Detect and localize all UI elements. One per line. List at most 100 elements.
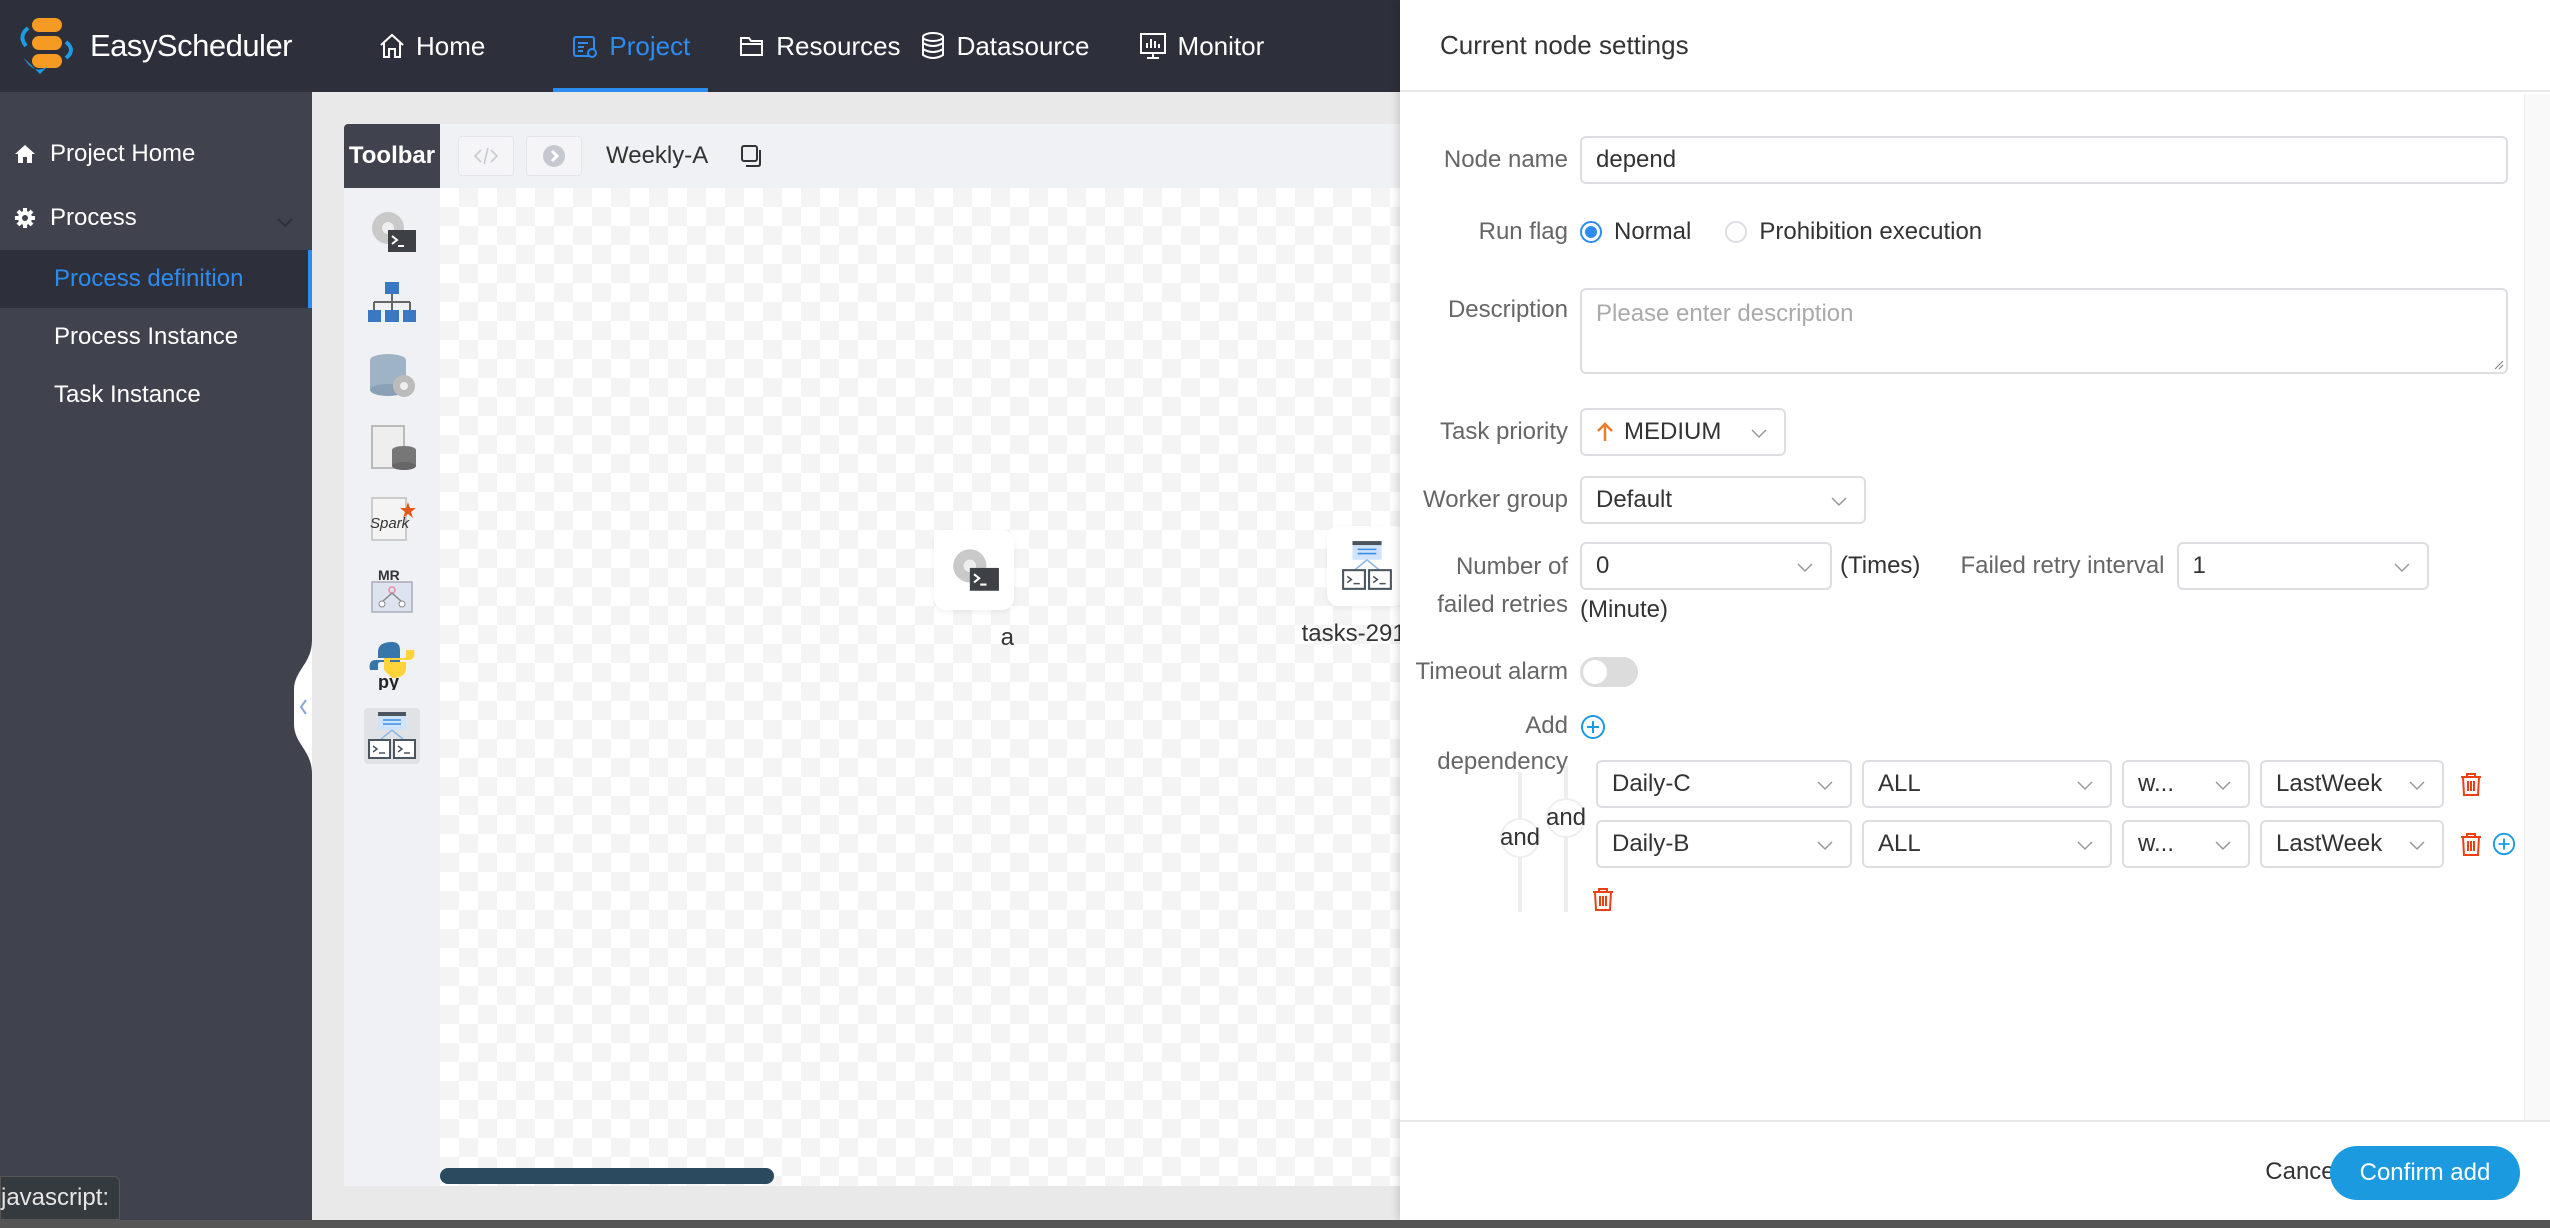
dependency-date-select[interactable]: LastWeek (2260, 820, 2444, 868)
python-icon[interactable]: py (364, 636, 420, 692)
delete-dependency-button[interactable] (2460, 831, 2482, 857)
radio-label: Normal (1614, 218, 1692, 245)
retries-select[interactable]: 0 (1580, 542, 1832, 590)
settings-form: Node name depend Run flag Normal Prohibi… (1400, 94, 2524, 1120)
dependency-cycle-value: w... (2138, 830, 2175, 857)
run-button[interactable] (526, 136, 582, 176)
outer-relation-toggle[interactable]: and (1500, 818, 1540, 858)
copy-icon[interactable] (740, 144, 764, 168)
radio-checked-icon (1580, 221, 1602, 243)
nav-project[interactable]: Project (553, 0, 709, 92)
radio-label: Prohibition execution (1759, 218, 1983, 245)
node-label: tasks-29176 (1301, 620, 1400, 647)
inner-relation-toggle[interactable]: and (1546, 798, 1586, 838)
add-dependency-button[interactable] (1580, 714, 1606, 740)
add-dependency-label: Add dependency (1400, 708, 1580, 780)
sidebar-item-project-home[interactable]: Project Home (0, 122, 312, 186)
node-settings-drawer: Current node settings Node name depend R… (1400, 0, 2550, 1220)
delete-dependency-button[interactable] (2460, 771, 2482, 797)
panel-scrollbar[interactable] (2524, 94, 2550, 1120)
description-textarea[interactable]: Please enter description (1580, 288, 2508, 374)
process-name: Weekly-A (606, 142, 709, 169)
sql-icon[interactable] (364, 420, 420, 476)
add-dependency-label-line1: Add (1525, 712, 1568, 739)
project-icon (573, 36, 598, 58)
nav-monitor[interactable]: Monitor (1120, 0, 1283, 92)
nav-monitor-label: Monitor (1177, 30, 1265, 61)
dependency-project-select[interactable]: Daily-B (1596, 820, 1852, 868)
svg-text:Spark: Spark (370, 515, 411, 532)
sidebar-item-task-instance[interactable]: Task Instance (0, 366, 312, 424)
chevron-down-icon (276, 208, 294, 236)
view-code-button[interactable] (458, 136, 514, 176)
logo[interactable]: EasyScheduler (14, 14, 293, 78)
confirm-add-button[interactable]: Confirm add (2330, 1146, 2520, 1200)
arrow-up-icon (1597, 422, 1613, 441)
dependency-cycle-select[interactable]: w... (2122, 820, 2250, 868)
database-icon (921, 32, 944, 59)
dependency-task-select[interactable]: ALL (1862, 820, 2112, 868)
chevron-down-icon (2077, 781, 2093, 791)
main-nav: Home Project Resources Datasource Monito… (360, 0, 1282, 92)
worker-group-value: Default (1596, 486, 1673, 513)
dag-node[interactable]: a (934, 530, 1014, 652)
delete-dependency-group-button[interactable] (1592, 886, 1614, 912)
dependent-icon[interactable] (364, 708, 420, 764)
resize-handle-icon (2494, 360, 2504, 370)
sidebar-item-label: Project Home (50, 140, 196, 167)
nav-datasource-label: Datasource (956, 30, 1090, 61)
nav-home[interactable]: Home (360, 0, 503, 92)
dependency-task-value: ALL (1878, 830, 1921, 857)
sidebar-item-process-instance[interactable]: Process Instance (0, 308, 312, 366)
sidebar-item-process[interactable]: Process (0, 186, 312, 250)
horizontal-scrollbar[interactable] (440, 1168, 774, 1184)
svg-text:py: py (378, 672, 399, 690)
dependency-cycle-value: w... (2138, 770, 2175, 797)
inner-relation-line (1564, 766, 1568, 912)
sidebar-item-label: Process (50, 204, 137, 231)
dag-canvas[interactable]: a tasks-29176 (440, 188, 1400, 1186)
task-priority-select[interactable]: MEDIUM (1580, 408, 1786, 456)
dependency-task-value: ALL (1878, 770, 1921, 797)
panel-title: Current node settings (1400, 0, 2550, 92)
sub-process-icon[interactable] (364, 276, 420, 332)
spark-icon[interactable]: Spark (364, 492, 420, 548)
trash-icon (1593, 888, 1613, 911)
nav-datasource[interactable]: Datasource (919, 0, 1108, 92)
trash-icon (2461, 833, 2481, 856)
node-name-input[interactable]: depend (1580, 136, 2508, 184)
run-flag-prohibition-radio[interactable]: Prohibition execution (1725, 218, 1982, 246)
canvas-header: Weekly-A (440, 124, 1400, 188)
chevron-down-icon (1831, 497, 1847, 507)
dependency-cycle-select[interactable]: w... (2122, 760, 2250, 808)
timeout-alarm-label: Timeout alarm (1415, 658, 1568, 685)
procedure-icon[interactable] (364, 348, 420, 404)
retry-interval-select[interactable]: 1 (2176, 542, 2429, 590)
dag-node[interactable]: tasks-29176 (1302, 526, 1400, 648)
nav-resources[interactable]: Resources (720, 0, 918, 92)
dependency-row: Daily-C ALL w... LastWeek (1596, 760, 2482, 808)
chevron-down-icon (2215, 841, 2231, 851)
run-flag-normal-radio[interactable]: Normal (1580, 218, 1691, 246)
worker-group-select[interactable]: Default (1580, 476, 1866, 524)
dependency-project-select[interactable]: Daily-C (1596, 760, 1852, 808)
dependency-date-value: LastWeek (2276, 770, 2383, 797)
gear-icon (14, 207, 36, 229)
timeout-alarm-toggle[interactable] (1580, 657, 1638, 687)
shell-task-icon[interactable] (364, 204, 420, 260)
description-placeholder: Please enter description (1596, 300, 1854, 327)
node-icon-box[interactable] (1327, 526, 1400, 606)
mapreduce-icon[interactable]: MR (364, 564, 420, 620)
dependency-project-value: Daily-C (1612, 770, 1691, 797)
node-icon-box[interactable] (934, 530, 1014, 610)
sidebar-item-process-definition[interactable]: Process definition (0, 250, 312, 308)
retries-value: 0 (1596, 552, 1610, 579)
monitor-icon (1139, 33, 1166, 59)
app-name: EasyScheduler (90, 28, 293, 63)
dependency-task-select[interactable]: ALL (1862, 760, 2112, 808)
sidebar-collapse-handle[interactable] (294, 640, 312, 774)
dependency-date-value: LastWeek (2276, 830, 2383, 857)
add-dependency-item-button[interactable] (2492, 832, 2516, 856)
retries-label-line2: failed retries (1437, 591, 1568, 618)
dependency-date-select[interactable]: LastWeek (2260, 760, 2444, 808)
